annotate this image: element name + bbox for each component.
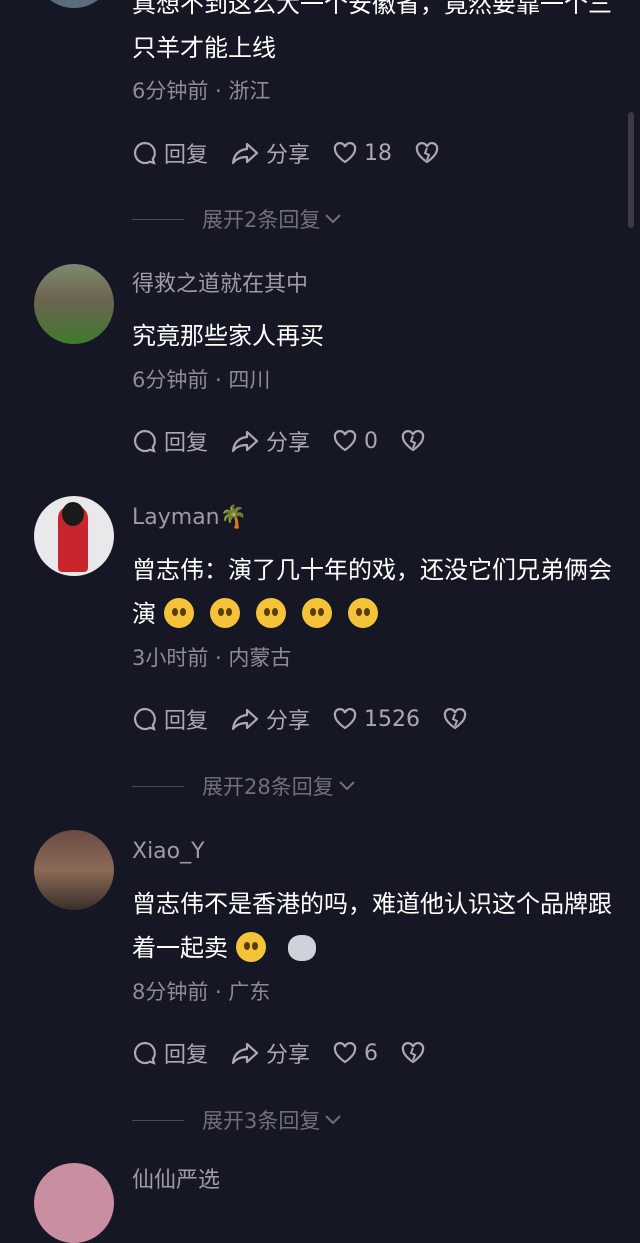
share-label: 分享 [266, 709, 311, 734]
like-button[interactable]: 1526 [332, 707, 420, 732]
reply-label: 回复 [164, 709, 209, 734]
broken-heart-icon [401, 430, 425, 452]
heart-icon [333, 708, 357, 730]
dislike-button[interactable] [442, 707, 474, 731]
expand-label: 展开28条回复 [202, 775, 334, 799]
reply-button[interactable]: 回复 [132, 1037, 208, 1069]
broken-heart-icon [401, 1042, 425, 1064]
reply-button[interactable]: 回复 [132, 137, 208, 169]
dislike-button[interactable] [400, 429, 432, 453]
broken-heart-icon [415, 142, 439, 164]
like-count: 0 [364, 428, 379, 454]
dislike-button[interactable] [414, 141, 446, 165]
expand-replies-button[interactable]: 展开2条回复 [132, 204, 342, 234]
comment-meta: 8分钟前 · 广东 [132, 980, 271, 1004]
expand-replies-button[interactable]: 展开3条回复 [132, 1105, 342, 1135]
crying-emoji [256, 598, 286, 628]
crying-emoji [164, 598, 194, 628]
reply-button[interactable]: 回复 [132, 703, 208, 735]
like-count: 18 [364, 140, 393, 166]
divider-line [132, 785, 184, 787]
like-button[interactable]: 18 [332, 141, 392, 166]
reply-bubble-icon [133, 1041, 156, 1065]
username[interactable]: 得救之道就在其中 [132, 270, 308, 300]
share-arrow-icon [231, 708, 259, 731]
avatar[interactable] [34, 830, 114, 910]
comment-meta: 6分钟前 · 浙江 [132, 79, 271, 103]
flushed-emoji [236, 932, 266, 962]
like-count: 1526 [364, 706, 421, 732]
cat-emoji [288, 935, 316, 961]
comment-text: 曾志伟不是香港的吗，难道他认识这个品牌跟着一起卖 [132, 882, 612, 970]
reply-bubble-icon [133, 429, 156, 453]
avatar[interactable] [34, 0, 114, 8]
comment-text-body: 曾志伟不是香港的吗，难道他认识这个品牌跟着一起卖 [132, 890, 612, 962]
expand-replies-button[interactable]: 展开28条回复 [132, 771, 356, 801]
comment-text: 究竟那些家人再买 [132, 322, 324, 350]
heart-icon [333, 430, 357, 452]
divider-line [132, 218, 184, 220]
chevron-down-icon [325, 214, 342, 224]
chevron-down-icon [339, 781, 355, 791]
reply-label: 回复 [164, 1043, 209, 1068]
crying-emoji [210, 598, 240, 628]
comment-meta: 3小时前 · 内蒙古 [132, 646, 292, 670]
expand-label: 展开2条回复 [202, 208, 321, 232]
avatar-hair [62, 502, 84, 526]
comment-actions: 回复 分享 6 [132, 1035, 454, 1071]
heart-icon [333, 142, 357, 164]
comment-actions: 回复 分享 1526 [132, 701, 496, 737]
avatar[interactable] [34, 496, 114, 576]
scrollbar[interactable] [628, 112, 634, 228]
reply-button[interactable]: 回复 [132, 425, 208, 457]
divider-line [132, 1119, 184, 1121]
crying-emoji [302, 598, 332, 628]
reply-bubble-icon [133, 141, 156, 165]
reply-label: 回复 [164, 143, 209, 168]
username[interactable]: Xiao_Y [132, 837, 205, 867]
username[interactable]: 仙仙严选 [132, 1166, 220, 1196]
broken-heart-icon [443, 708, 467, 730]
share-button[interactable]: 分享 [230, 703, 310, 735]
reply-bubble-icon [133, 707, 156, 731]
comment-actions: 回复 分享 0 [132, 423, 454, 459]
heart-icon [333, 1042, 357, 1064]
like-button[interactable]: 6 [332, 1041, 378, 1066]
dislike-button[interactable] [400, 1041, 432, 1065]
crying-emoji [348, 598, 378, 628]
share-button[interactable]: 分享 [230, 137, 310, 169]
chevron-down-icon [325, 1115, 342, 1125]
username[interactable]: Layman🌴 [132, 503, 247, 533]
share-arrow-icon [231, 430, 259, 453]
comment-meta: 6分钟前 · 四川 [132, 368, 271, 392]
emoji-row [156, 598, 386, 628]
share-label: 分享 [266, 431, 311, 456]
comment-actions: 回复 分享 18 [132, 135, 468, 171]
avatar[interactable] [34, 264, 114, 344]
like-button[interactable]: 0 [332, 429, 378, 454]
reply-label: 回复 [164, 431, 209, 456]
share-arrow-icon [231, 142, 259, 165]
share-arrow-icon [231, 1042, 259, 1065]
share-button[interactable]: 分享 [230, 1037, 310, 1069]
avatar[interactable] [34, 1163, 114, 1243]
share-label: 分享 [266, 143, 311, 168]
share-button[interactable]: 分享 [230, 425, 310, 457]
share-label: 分享 [266, 1043, 311, 1068]
expand-label: 展开3条回复 [202, 1109, 321, 1133]
like-count: 6 [364, 1040, 379, 1066]
comment-text: 曾志伟：演了几十年的戏，还没它们兄弟俩会演 [132, 548, 612, 636]
comment-text: 真想不到这么大一个安徽省，竟然要靠一个三只羊才能上线 [132, 0, 612, 62]
